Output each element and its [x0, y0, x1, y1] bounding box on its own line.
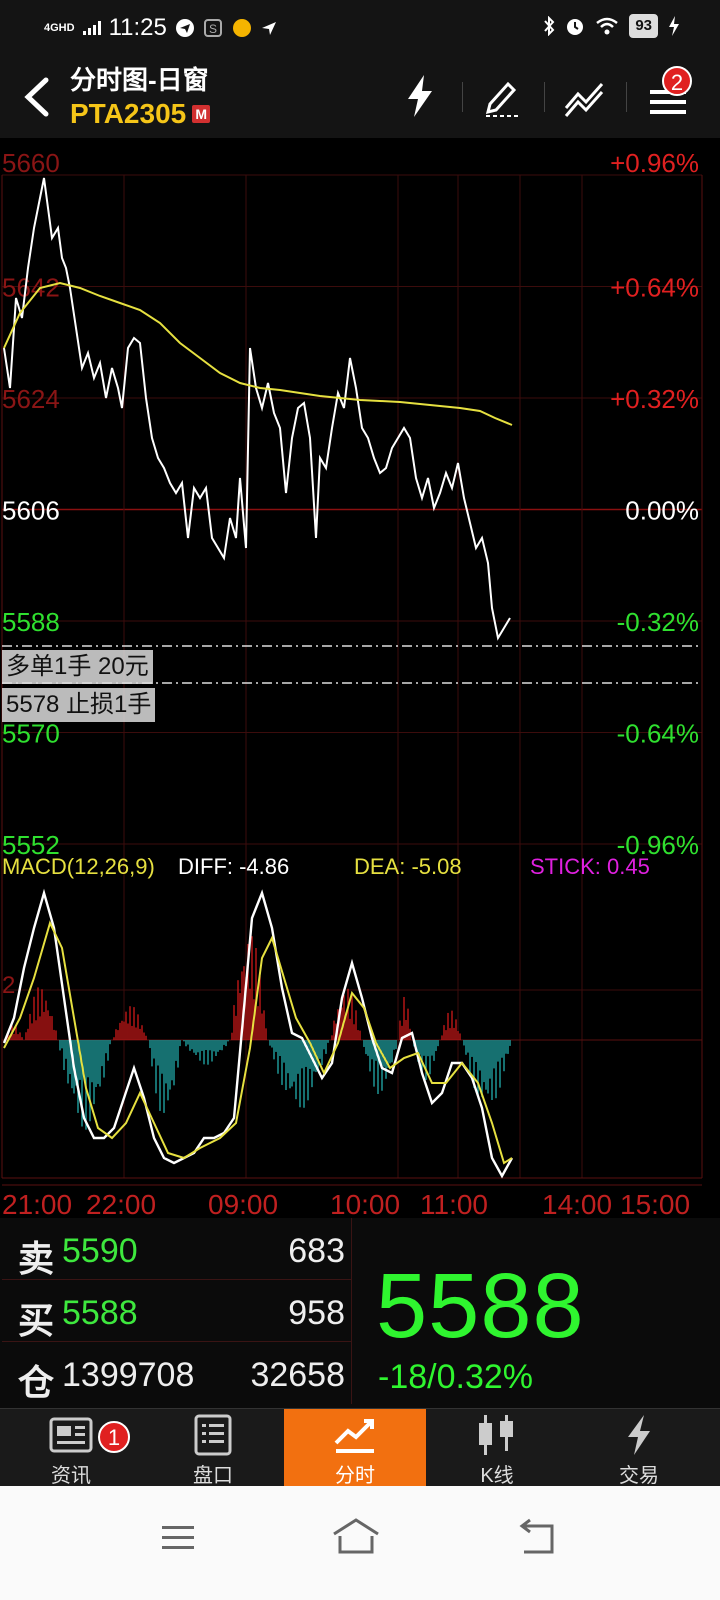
price-axis-label: 5660 [2, 148, 60, 178]
header-divider [544, 82, 545, 112]
bid-price: 5588 [62, 1294, 138, 1332]
news-icon [49, 1417, 93, 1453]
time-axis-label: 15:00 [620, 1189, 690, 1218]
timeshare-icon [334, 1419, 374, 1453]
time-axis-label: 09:00 [208, 1189, 278, 1218]
trend-line-icon [564, 83, 604, 117]
back-arrow-icon [519, 1518, 554, 1554]
macd-dea-label: DEA: -5.08 [354, 854, 462, 879]
symbol-code: PTA2305 [70, 98, 187, 129]
ask-row[interactable]: 卖 5590 683 [2, 1218, 352, 1280]
candlestick-icon [479, 1415, 513, 1455]
ask-price: 5590 [62, 1232, 138, 1270]
macd-diff-label: DIFF: -4.86 [178, 854, 289, 879]
macd-title: MACD(12,26,9) [2, 854, 155, 879]
percent-axis-label: +0.32% [610, 384, 699, 414]
last-price: 5588 [376, 1255, 585, 1357]
svg-text:S: S [209, 22, 217, 36]
send-icon [261, 22, 276, 35]
symbol-selector[interactable]: PTA2305 M [70, 98, 211, 130]
macd-stick-label: STICK: 0.45 [530, 854, 650, 879]
page-title: 分时图-日窗 [70, 65, 209, 95]
open-interest-change: 32658 [250, 1356, 345, 1394]
lightning-icon [628, 1415, 650, 1455]
system-home-button[interactable] [326, 1512, 386, 1562]
time-axis-label: 10:00 [330, 1189, 400, 1218]
system-menu-button[interactable] [148, 1512, 208, 1562]
nav-news[interactable]: 1 资讯 [0, 1409, 142, 1487]
nav-orderbook[interactable]: 盘口 [142, 1409, 284, 1487]
nav-kline[interactable]: K线 [426, 1409, 568, 1487]
ask-volume: 683 [288, 1232, 345, 1270]
quote-panel: 卖 5590 683 买 5588 958 仓 1399708 32658 55… [0, 1218, 720, 1408]
draw-tool-button[interactable] [474, 70, 530, 122]
nav-kline-label: K线 [480, 1465, 514, 1487]
header-divider [626, 82, 627, 112]
order-line-label[interactable]: 多单1手 20元 [2, 650, 153, 684]
news-badge: 1 [98, 1421, 130, 1453]
price-axis-label: 5624 [2, 384, 60, 414]
time-axis-label: 22:00 [86, 1189, 156, 1218]
price-line [3, 177, 511, 641]
nav-trade[interactable]: 交易 [568, 1409, 710, 1487]
chevron-left-icon [24, 77, 49, 117]
macd-axis-label: 2 [2, 972, 15, 999]
percent-axis-label: +0.64% [610, 273, 699, 303]
nav-orderbook-label: 盘口 [193, 1465, 233, 1487]
hamburger-icon [162, 1526, 194, 1549]
telegram-icon [175, 19, 194, 37]
price-axis-label: 5606 [2, 496, 60, 526]
percent-axis-label: -0.64% [617, 719, 699, 749]
alarm-icon [567, 19, 584, 35]
charging-icon [669, 16, 679, 36]
percent-axis-label: 0.00% [625, 496, 699, 526]
bottom-navigation: 1 资讯 盘口 分时 K线 交易 [0, 1408, 720, 1487]
indicator-button[interactable] [556, 70, 612, 122]
system-navigation-bar [0, 1486, 720, 1600]
menu-button[interactable]: 2 [640, 66, 696, 122]
price-change: -18/0.32% [378, 1358, 533, 1396]
bid-row[interactable]: 买 5588 958 [2, 1280, 352, 1342]
quick-trade-button[interactable] [392, 70, 448, 122]
app-notification-icon: S [203, 19, 222, 37]
timeshare-chart[interactable]: 5660 5642 5624 5606 5588 5570 5552 +0.96% +0.64%… [0, 138, 720, 1218]
pen-icon [485, 81, 520, 117]
time-axis-label: 11:00 [420, 1189, 488, 1218]
app-notification-icon-2 [232, 19, 251, 37]
back-button[interactable] [16, 72, 60, 122]
bid-volume: 958 [288, 1294, 345, 1332]
battery-indicator: 93 [629, 14, 658, 38]
wifi-icon [596, 17, 619, 35]
status-bar: 4GHD 11:25 S 93 [0, 0, 720, 56]
time-axis-label: 14:00 [542, 1189, 612, 1218]
orderbook-icon [194, 1414, 232, 1456]
percent-axis-label: -0.32% [617, 607, 699, 637]
price-axis-label: 5570 [2, 719, 60, 749]
header-divider [462, 82, 463, 112]
status-time: 11:25 [108, 14, 167, 41]
percent-axis-label: +0.96% [610, 148, 699, 178]
open-interest-label: 仓 [18, 1362, 55, 1403]
stop-loss-label[interactable]: 5578 止损1手 [2, 688, 156, 722]
network-indicator: 4GHD [44, 21, 75, 34]
time-axis-label: 21:00 [2, 1189, 72, 1218]
signal-icon [82, 21, 101, 35]
header: 分时图-日窗 PTA2305 M 2 [0, 56, 720, 138]
bluetooth-icon [544, 16, 555, 36]
nav-trade-label: 交易 [619, 1465, 659, 1487]
market-badge: M [192, 105, 211, 123]
lightning-icon [408, 75, 432, 117]
open-interest-value: 1399708 [62, 1356, 195, 1394]
ask-label: 卖 [18, 1238, 55, 1279]
bid-label: 买 [18, 1300, 55, 1341]
open-interest-row: 仓 1399708 32658 [2, 1342, 352, 1404]
nav-timeshare-label: 分时 [335, 1465, 375, 1487]
notification-badge: 2 [662, 66, 692, 96]
price-axis-label: 5588 [2, 607, 60, 637]
nav-timeshare[interactable]: 分时 [284, 1409, 426, 1487]
home-icon [333, 1518, 379, 1554]
nav-news-label: 资讯 [51, 1465, 91, 1487]
system-back-button[interactable] [506, 1512, 566, 1562]
